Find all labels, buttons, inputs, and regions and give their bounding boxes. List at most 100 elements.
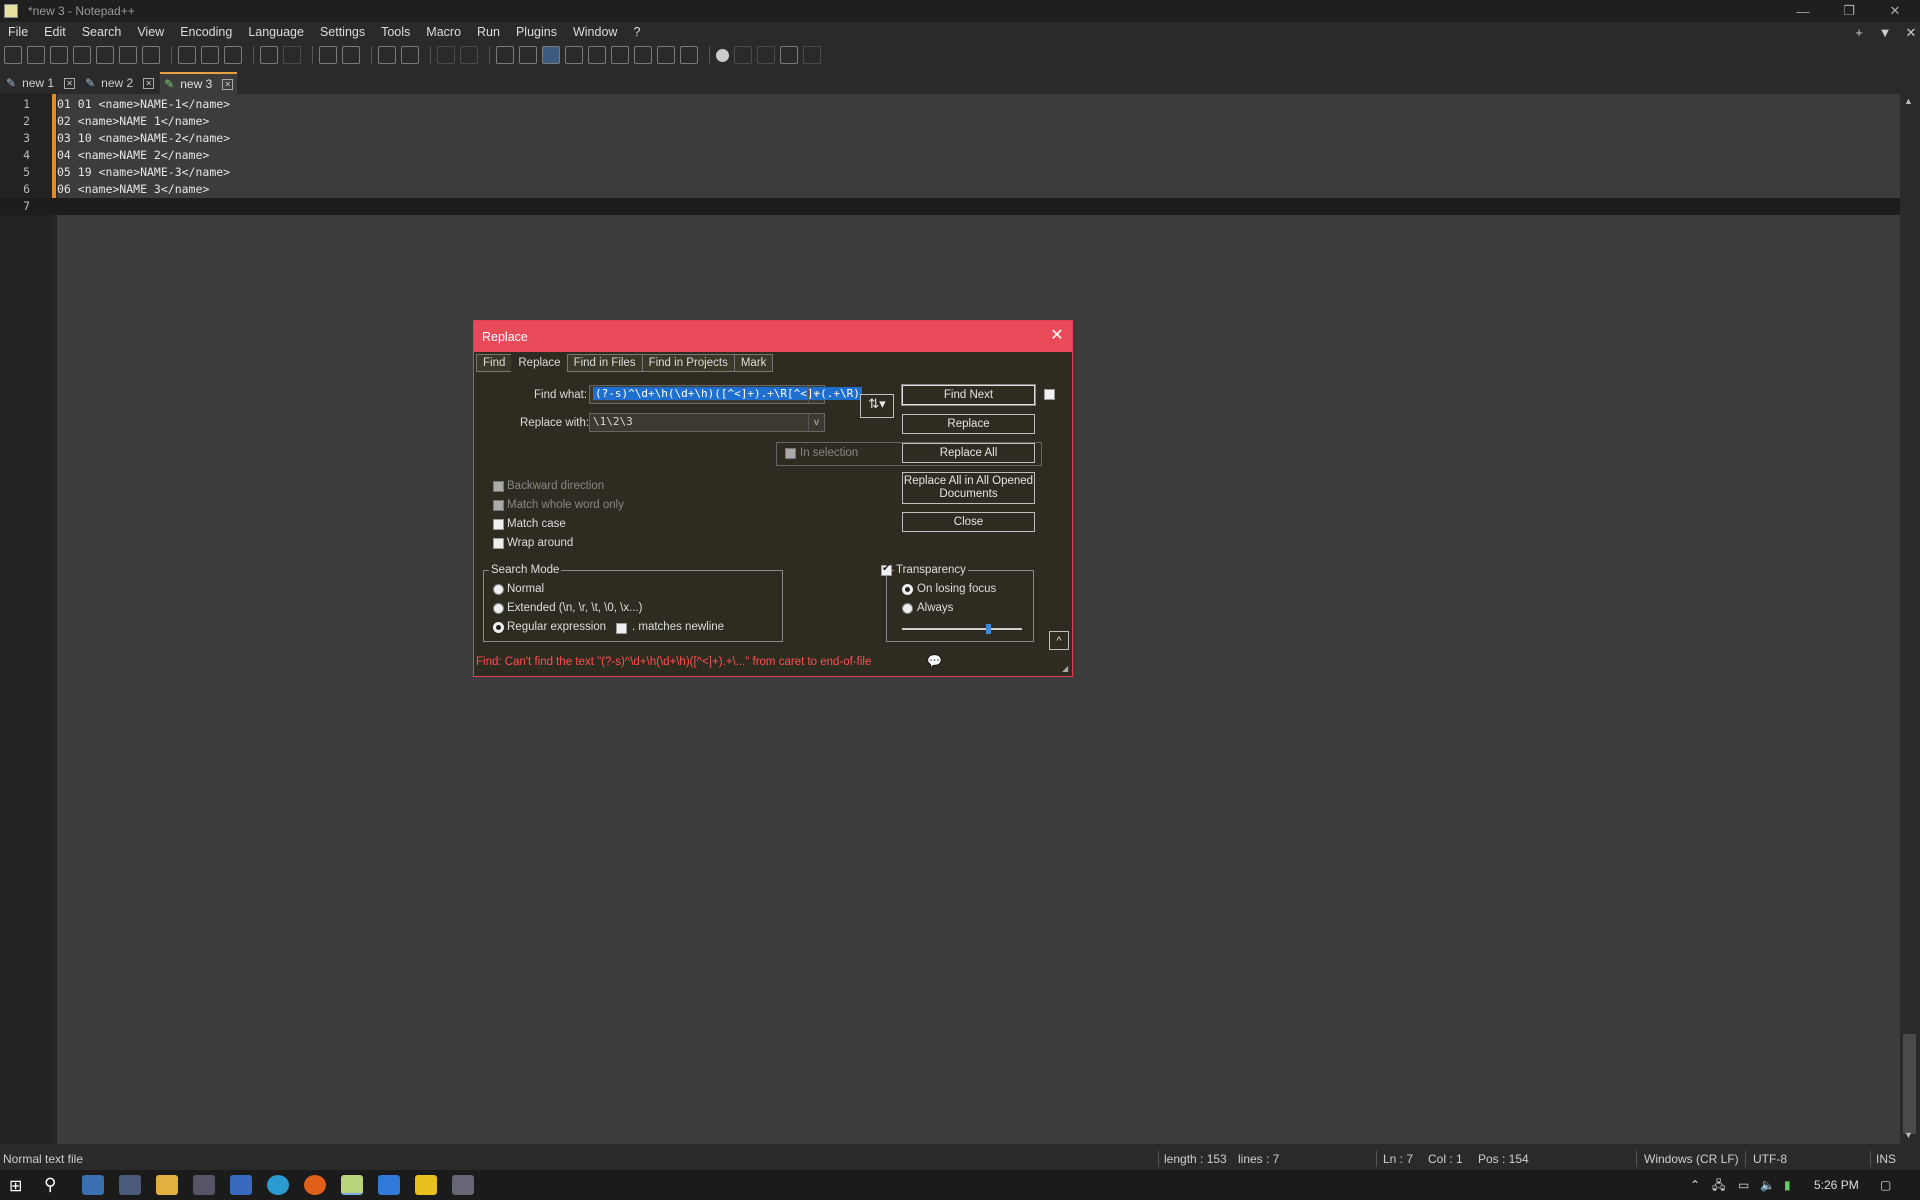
scrollbar-thumb[interactable] [1903,1034,1916,1134]
close-icon[interactable]: ✕ [222,78,234,90]
close-window-button[interactable]: ✕ [1872,0,1918,22]
notifications-icon[interactable]: ▢ [1880,1170,1891,1200]
menu-file[interactable]: File [0,22,36,43]
menu-search[interactable]: Search [74,22,130,43]
transparency-checkbox[interactable] [881,563,892,576]
always-radio[interactable] [902,603,913,614]
cut-icon[interactable] [178,46,196,64]
transparency-slider-thumb[interactable] [986,624,992,634]
in-selection-checkbox[interactable] [785,448,796,459]
scroll-up-icon[interactable]: ▲ [1904,96,1913,106]
function-list-icon[interactable] [634,46,652,64]
doc-list-icon[interactable] [611,46,629,64]
match-case-checkbox[interactable] [493,519,504,530]
eol-format[interactable]: Windows (CR LF) [1644,1148,1739,1170]
editor-line[interactable]: 3 03 10 <name>NAME-2</name> [0,130,1900,147]
menu-settings[interactable]: Settings [312,22,373,43]
new-file-icon[interactable] [4,46,22,64]
matches-newline-checkbox[interactable] [616,623,627,634]
editor-line[interactable]: 1 01 01 <name>NAME-1</name> [0,96,1900,113]
dialog-title-bar[interactable]: Replace ✕ [474,321,1072,352]
menu-macro[interactable]: Macro [418,22,469,43]
vscode-icon[interactable] [378,1175,400,1195]
menu-view[interactable]: View [129,22,172,43]
save-macro-icon[interactable] [803,46,821,64]
menu-encoding[interactable]: Encoding [172,22,240,43]
menu-edit[interactable]: Edit [36,22,74,43]
paste-icon[interactable] [224,46,242,64]
battery-icon[interactable]: ▮ [1784,1170,1791,1200]
match-whole-word-checkbox[interactable] [493,500,504,511]
menu-run[interactable]: Run [469,22,508,43]
sync-horizontal-icon[interactable] [460,46,478,64]
menu-plugins[interactable]: Plugins [508,22,565,43]
replace-button[interactable]: Replace [902,414,1035,434]
firefox-icon[interactable] [304,1175,326,1195]
xml-tag-icon[interactable] [565,46,583,64]
scroll-down-icon[interactable]: ▼ [1904,1130,1913,1140]
save-all-icon[interactable] [73,46,91,64]
edge-icon[interactable] [267,1175,289,1195]
restore-button[interactable]: ❐ [1826,0,1872,22]
chevron-down-icon[interactable]: v [808,386,824,403]
tab-new-2[interactable]: ✎ new 2 ✕ [81,72,158,94]
tab-replace[interactable]: Replace [511,354,568,372]
save-icon[interactable] [50,46,68,64]
vertical-scrollbar[interactable]: ▲ ▼ [1900,94,1920,1144]
insert-mode[interactable]: INS [1876,1148,1896,1170]
tab-list-icon[interactable]: ▼ [1872,25,1898,40]
resize-grip-icon[interactable]: ◢ [1062,664,1068,673]
windows-start-icon[interactable]: ⊞ [9,1176,22,1196]
close-all-icon[interactable] [119,46,137,64]
search-icon[interactable]: ⚲ [44,1175,56,1195]
tools-app-icon[interactable] [193,1175,215,1195]
clock[interactable]: 5:26 PM [1814,1170,1859,1200]
play-macro-icon[interactable] [757,46,775,64]
print-icon[interactable] [142,46,160,64]
menu-tools[interactable]: Tools [373,22,418,43]
remote-desktop-icon[interactable] [230,1175,252,1195]
indent-guide-icon[interactable] [542,46,560,64]
display-icon[interactable]: ▭ [1738,1170,1749,1200]
collapse-dialog-button[interactable]: ^ [1049,631,1069,650]
extended-radio[interactable] [493,603,504,614]
open-file-icon[interactable] [27,46,45,64]
sync-vertical-icon[interactable] [437,46,455,64]
sticky-notes-icon[interactable] [415,1175,437,1195]
network-icon[interactable]: 🖧 [1712,1170,1725,1200]
normal-radio[interactable] [493,584,504,595]
task-view-icon[interactable] [82,1175,104,1195]
speech-bubble-icon[interactable]: 💬 [927,654,942,668]
folder-workspace-icon[interactable] [657,46,675,64]
close-icon[interactable]: ✕ [143,77,155,89]
record-macro-icon[interactable] [716,48,729,62]
stop-macro-icon[interactable] [734,46,752,64]
network-app-icon[interactable] [452,1175,474,1195]
editor-line[interactable]: 4 04 <name>NAME 2</name> [0,147,1900,164]
replace-icon[interactable] [342,46,360,64]
doc-map-icon[interactable] [588,46,606,64]
backward-direction-checkbox[interactable] [493,481,504,492]
tab-find[interactable]: Find [476,354,513,372]
regex-radio[interactable] [493,622,504,633]
close-button[interactable]: Close [902,512,1035,532]
encoding-value[interactable]: UTF-8 [1753,1148,1787,1170]
new-tab-icon[interactable]: + [1846,25,1872,40]
zoom-in-icon[interactable] [378,46,396,64]
chevron-down-icon[interactable]: v [808,414,824,431]
editor-line[interactable]: 2 02 <name>NAME 1</name> [0,113,1900,130]
replace-all-opened-button[interactable]: Replace All in All Opened Documents [902,472,1035,504]
close-file-icon[interactable] [96,46,114,64]
replace-with-input[interactable]: \1\2\3 v [589,413,825,432]
notepadpp-taskbar-icon[interactable] [341,1175,363,1195]
wrap-around-checkbox[interactable] [493,538,504,549]
menu-help[interactable]: ? [625,22,648,43]
undo-icon[interactable] [260,46,278,64]
show-all-chars-icon[interactable] [519,46,537,64]
tab-find-in-projects[interactable]: Find in Projects [641,354,735,372]
menu-window[interactable]: Window [565,22,625,43]
zoom-out-icon[interactable] [401,46,419,64]
find-icon[interactable] [319,46,337,64]
on-losing-focus-radio[interactable] [902,584,913,595]
menu-language[interactable]: Language [240,22,312,43]
